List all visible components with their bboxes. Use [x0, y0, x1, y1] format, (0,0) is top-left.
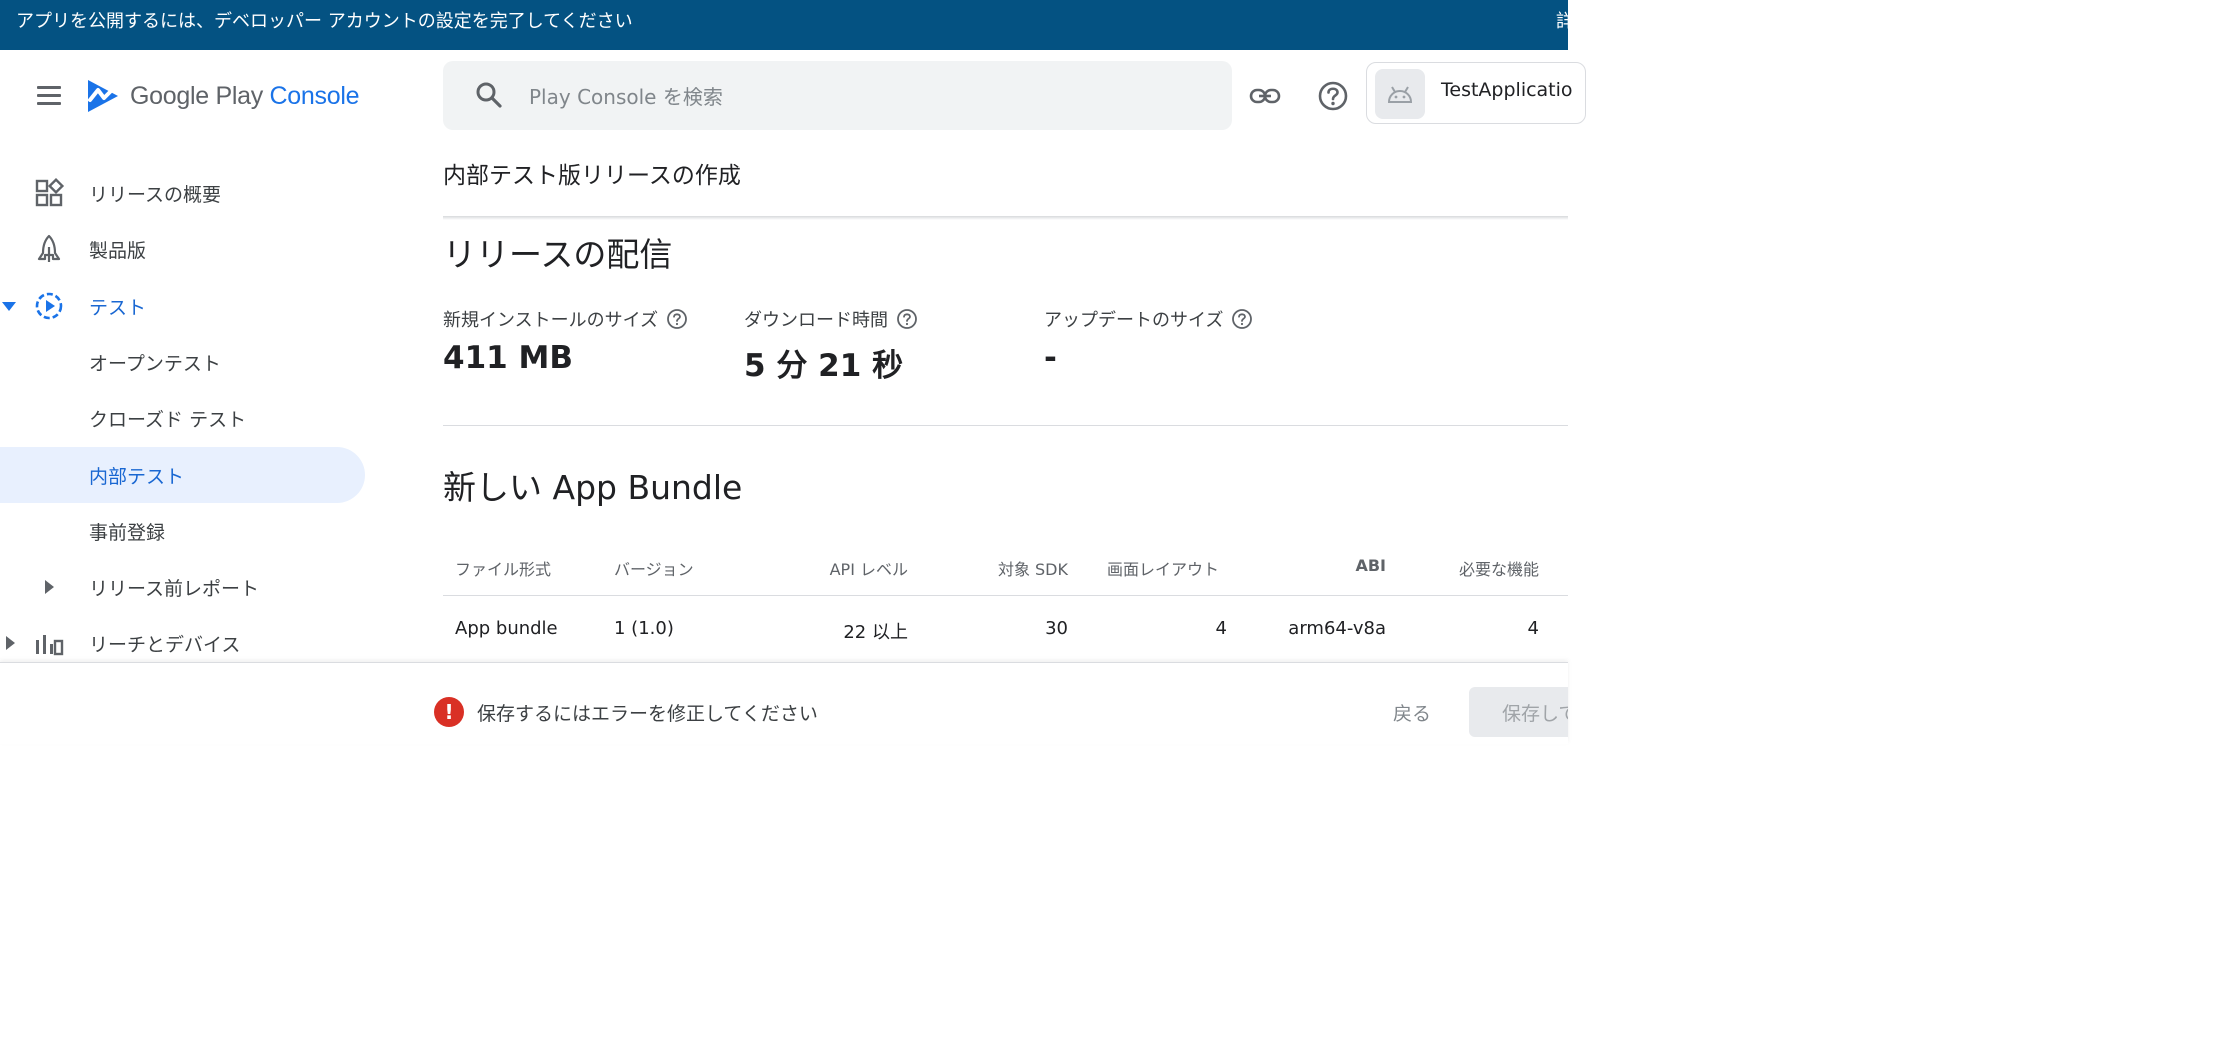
help-icon[interactable] — [1316, 79, 1350, 113]
table-cell-api-level: 22 以上 — [843, 622, 908, 643]
logo-text-main: Google Play — [130, 81, 270, 110]
table-cell-required-features: 4 — [1527, 618, 1539, 639]
table-header-version: バージョン — [614, 560, 694, 579]
testing-icon — [35, 292, 63, 320]
sidebar-item-label: 事前登録 — [89, 522, 166, 544]
sidebar-item-label: クローズド テスト — [89, 409, 247, 431]
table-cell-target-sdk: 30 — [1045, 618, 1068, 639]
play-console-logo[interactable]: Google Play Console — [86, 76, 359, 116]
table-header-abi: ABI — [1355, 556, 1386, 575]
metric-value: - — [1044, 340, 1057, 376]
metric-label: ダウンロード時間 — [744, 310, 888, 331]
caret-right-icon — [45, 580, 54, 594]
hamburger-menu-icon[interactable] — [33, 80, 65, 112]
banner-details-link[interactable]: 詳 — [1556, 10, 1568, 34]
new-app-bundle-heading: 新しい App Bundle — [443, 468, 743, 507]
error-message: 保存するにはエラーを修正してください — [477, 703, 818, 725]
help-circle-icon[interactable] — [1231, 308, 1253, 330]
release-delivery-heading: リリースの配信 — [443, 235, 673, 274]
table-header-target-sdk: 対象 SDK — [997, 560, 1068, 579]
metric-label: アップデートのサイズ — [1044, 310, 1224, 331]
metric-label: 新規インストールのサイズ — [443, 310, 659, 331]
sidebar-item-pre-launch-report[interactable]: リリース前レポート — [0, 559, 365, 615]
sidebar-item-release-overview[interactable]: リリースの概要 — [0, 165, 365, 221]
sidebar-item-label: リリースの概要 — [89, 184, 222, 206]
title-divider — [443, 216, 1568, 220]
search-icon — [476, 82, 502, 108]
table-header-divider — [443, 595, 1568, 596]
table-cell-version: 1 (1.0) — [614, 618, 674, 639]
setup-banner: アプリを公開するには、デベロッパー アカウントの設定を完了してください 詳 — [0, 0, 1568, 50]
dashboard-icon — [35, 177, 65, 207]
sidebar-item-testing[interactable]: テスト — [0, 278, 365, 334]
table-header-api-level: API レベル — [829, 560, 908, 579]
page-title: 内部テスト版リリースの作成 — [443, 163, 741, 189]
back-button[interactable]: 戻る — [1374, 691, 1450, 733]
metric-value: 5 分 21 秒 — [744, 348, 904, 384]
sidebar-item-label: 内部テスト — [89, 466, 185, 488]
play-console-logo-icon — [88, 80, 118, 112]
table-cell-screen-layout: 4 — [1215, 618, 1227, 639]
metric-value: 411 MB — [443, 340, 573, 376]
app-name: TestApplicatio — [1441, 79, 1573, 101]
sidebar-item-label: 製品版 — [89, 240, 147, 262]
table-header-screen-layout: 画面レイアウト — [1107, 560, 1220, 579]
metric-download-time: ダウンロード時間 5 分 21 秒 — [744, 306, 918, 385]
table-header-file-type: ファイル形式 — [455, 560, 552, 579]
table-header-required-features: 必要な機能 — [1458, 560, 1539, 579]
error-icon: ! — [434, 697, 464, 727]
sidebar-item-label: テスト — [89, 297, 147, 319]
metric-update-size: アップデートのサイズ - — [1044, 306, 1253, 376]
table-cell-abi: arm64-v8a — [1288, 618, 1386, 639]
help-circle-icon[interactable] — [896, 308, 918, 330]
metric-install-size: 新規インストールのサイズ 411 MB — [443, 306, 688, 376]
caret-down-icon — [2, 302, 16, 311]
table-cell-file-type: App bundle — [455, 618, 558, 639]
help-circle-icon[interactable] — [666, 308, 688, 330]
app-avatar — [1375, 69, 1425, 119]
sidebar-item-label: リリース前レポート — [89, 578, 260, 600]
sidebar-item-open-testing[interactable]: オープンテスト — [0, 334, 365, 390]
sidebar-item-internal-testing[interactable]: 内部テスト — [0, 447, 365, 503]
search-box[interactable] — [443, 61, 1232, 130]
app-selector[interactable]: TestApplicatio — [1366, 62, 1586, 124]
sidebar-item-label: オープンテスト — [89, 353, 221, 375]
banner-text: アプリを公開するには、デベロッパー アカウントの設定を完了してください — [16, 11, 633, 32]
caret-right-icon — [6, 636, 15, 650]
search-input[interactable] — [529, 83, 1179, 111]
logo-text: Google Play Console — [130, 82, 359, 111]
production-icon — [37, 234, 61, 262]
link-icon[interactable] — [1248, 79, 1282, 113]
sidebar-item-label: リーチとデバイス — [89, 634, 241, 656]
section-divider — [443, 425, 1568, 426]
save-button[interactable]: 保存して — [1469, 687, 1568, 737]
bar-chart-icon — [36, 635, 64, 656]
sidebar-item-closed-testing[interactable]: クローズド テスト — [0, 390, 365, 446]
logo-text-accent: Console — [269, 81, 360, 110]
bottom-action-bar: ! 保存するにはエラーを修正してください 戻る 保存して — [0, 662, 1568, 744]
sidebar-item-production[interactable]: 製品版 — [0, 221, 365, 277]
sidebar-item-pre-registration[interactable]: 事前登録 — [0, 503, 365, 559]
android-icon — [1387, 86, 1413, 103]
